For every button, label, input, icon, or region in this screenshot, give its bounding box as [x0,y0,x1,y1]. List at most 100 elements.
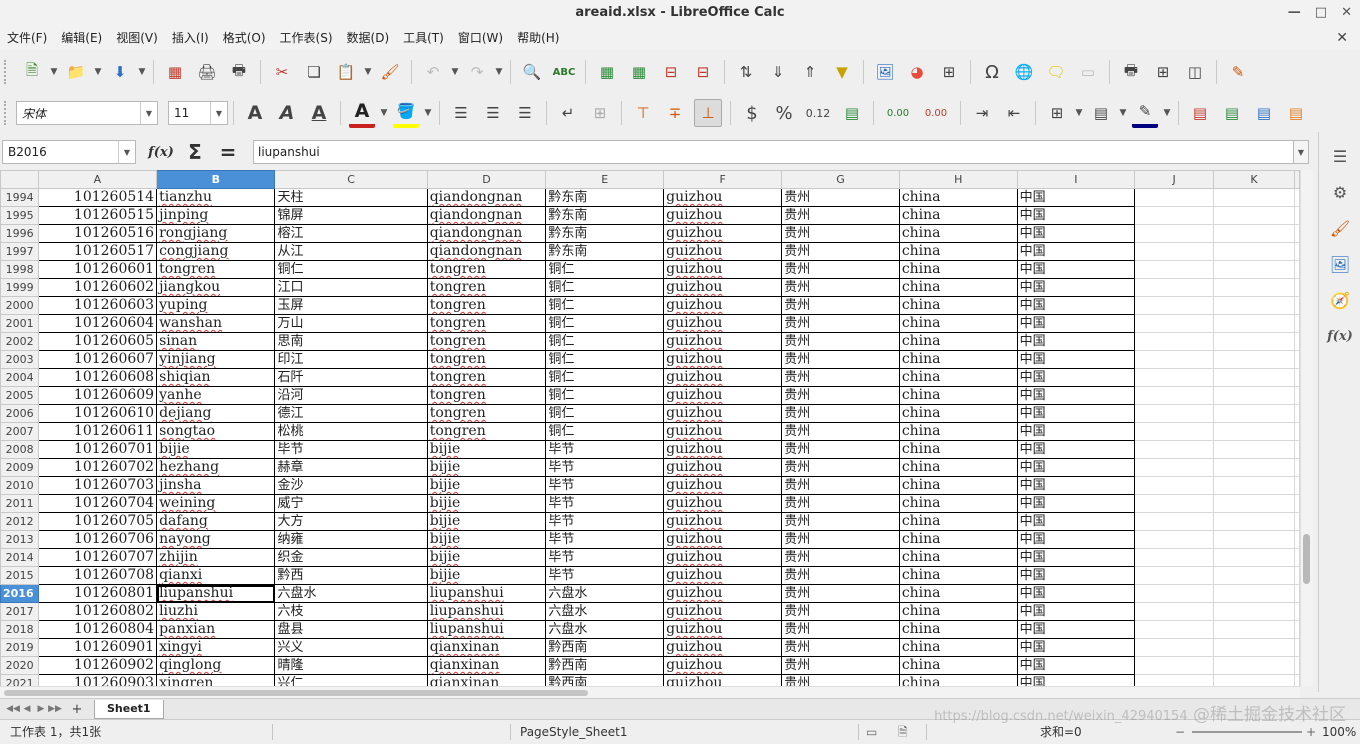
cell-country-name[interactable]: 中国 [1016,188,1136,207]
cell-city-name[interactable]: 铜仁 [545,278,665,297]
cell-province-name[interactable]: 贵州 [781,242,900,261]
sheet-tab-sheet1[interactable]: Sheet1 [94,699,164,719]
cell-empty[interactable] [1294,404,1300,423]
cell-country-name[interactable]: 中国 [1016,584,1136,603]
cell-empty[interactable] [1213,188,1295,207]
row-header[interactable]: 2007 [0,422,39,441]
cell-empty[interactable] [1213,440,1295,459]
navigator-icon[interactable]: 🧭 [1328,288,1352,312]
cell-id[interactable]: 101260703 [37,476,158,495]
cell-id[interactable]: 101260902 [37,656,158,675]
cell-province-pinyin[interactable]: guizhou [663,476,783,495]
cell-empty[interactable] [1213,386,1295,405]
page-style[interactable]: PageStyle_Sheet1 [520,720,628,744]
cell-empty[interactable] [1294,278,1300,297]
row-header[interactable]: 2005 [0,386,39,405]
cell-country-name[interactable]: 中国 [1016,476,1136,495]
cell-name[interactable]: 从江 [274,242,428,261]
cell-pinyin[interactable]: dejiang [156,404,276,423]
cell-city-name[interactable]: 铜仁 [545,260,665,279]
cell-id[interactable]: 101260610 [37,404,158,423]
cell-id[interactable]: 101260605 [37,332,158,351]
cell-country[interactable]: china [898,494,1018,513]
row-header[interactable]: 2019 [0,638,39,657]
cell-city-name[interactable]: 铜仁 [545,368,665,387]
cell-pinyin[interactable]: sinan [156,332,276,351]
cell-country[interactable]: china [898,224,1018,243]
redo-icon[interactable]: ↷ [464,59,490,85]
cell-empty[interactable] [1213,404,1295,423]
cell-id[interactable]: 101260901 [37,638,158,657]
cell-country[interactable]: china [898,476,1018,495]
cell-id[interactable]: 101260517 [37,242,158,261]
cell-name[interactable]: 威宁 [274,494,428,513]
cell-province-name[interactable]: 贵州 [781,296,900,315]
cell-country[interactable]: china [898,566,1018,585]
cell-name[interactable]: 赫章 [274,458,428,477]
last-sheet-icon[interactable]: ▶▶ [48,704,62,714]
cell-empty[interactable] [1294,314,1300,333]
cell-id[interactable]: 101260804 [37,620,158,639]
data-bar-icon[interactable]: ▤ [1251,100,1277,126]
cell-pinyin[interactable]: yanhe [156,386,276,405]
cell-empty[interactable] [1294,584,1300,603]
underline-icon[interactable]: A [306,100,332,126]
cell-pinyin[interactable]: weining [156,494,276,513]
column-icon[interactable]: ▦ [626,59,652,85]
cell-empty[interactable] [1294,188,1300,207]
menu-sheet[interactable]: 工作表(S) [273,26,340,50]
cell-country[interactable]: china [898,422,1018,441]
toolbar-grip[interactable] [4,60,10,84]
decrease-indent-icon[interactable]: ⇤ [1001,100,1027,126]
cell-province-name[interactable]: 贵州 [781,602,900,621]
hyperlink-icon[interactable]: 🌐 [1011,59,1037,85]
cell-pinyin[interactable]: tongren [156,260,276,279]
cell-empty[interactable] [1213,224,1295,243]
cell-empty[interactable] [1294,656,1300,675]
cell-name[interactable]: 织金 [274,548,428,567]
cell-city-pinyin[interactable]: qiandongnan [426,224,547,243]
row-header[interactable]: 2013 [0,530,39,549]
cell-city-pinyin[interactable]: qiandongnan [426,188,547,207]
cell-empty[interactable] [1213,314,1295,333]
cell-province-name[interactable]: 贵州 [781,674,900,686]
cell-id[interactable]: 101260514 [37,188,158,207]
cell-province-pinyin[interactable]: guizhou [663,386,783,405]
menu-window[interactable]: 窗口(W) [451,26,510,50]
cell-name[interactable]: 沿河 [274,386,428,405]
menu-help[interactable]: 帮助(H) [510,26,566,50]
cell-empty[interactable] [1134,368,1215,387]
sidebar-menu-icon[interactable]: ☰ [1328,144,1352,168]
cell-pinyin[interactable]: songtao [156,422,276,441]
cell-id[interactable]: 101260706 [37,530,158,549]
cell-country-name[interactable]: 中国 [1016,404,1136,423]
align-center-icon[interactable]: ☰ [480,100,506,126]
cell-empty[interactable] [1134,332,1215,351]
special-character-icon[interactable]: Ω [979,59,1005,85]
cell-city-name[interactable]: 铜仁 [545,314,665,333]
cell-empty[interactable] [1294,458,1300,477]
cell-province-name[interactable]: 贵州 [781,458,900,477]
cell-province-name[interactable]: 贵州 [781,620,900,639]
border-color-icon[interactable]: ✎ [1132,98,1158,128]
cell-empty[interactable] [1134,656,1215,675]
cell-province-name[interactable]: 贵州 [781,188,900,207]
cell-name[interactable]: 晴隆 [274,656,428,675]
cell-province-name[interactable]: 贵州 [781,332,900,351]
cell-city-pinyin[interactable]: bijie [426,440,547,459]
chevron-down-icon[interactable]: ▼ [210,102,227,124]
cell-empty[interactable] [1134,674,1215,686]
properties-icon[interactable]: ⚙ [1328,180,1352,204]
cell-city-name[interactable]: 毕节 [545,566,665,585]
cell-country-name[interactable]: 中国 [1016,422,1136,441]
delete-decimal-place-icon[interactable]: 0.00 [920,100,952,126]
cell-city-name[interactable]: 毕节 [545,458,665,477]
cell-id[interactable]: 101260515 [37,206,158,225]
insert-image-icon[interactable]: 🖼 [872,59,898,85]
cell-empty[interactable] [1294,476,1300,495]
cell-id[interactable]: 101260611 [37,422,158,441]
row-header[interactable]: 2014 [0,548,39,567]
freeze-rows-columns-icon[interactable]: ⊞ [1150,59,1176,85]
row-header[interactable]: 1997 [0,242,39,261]
column-header-a[interactable]: A [37,170,158,189]
